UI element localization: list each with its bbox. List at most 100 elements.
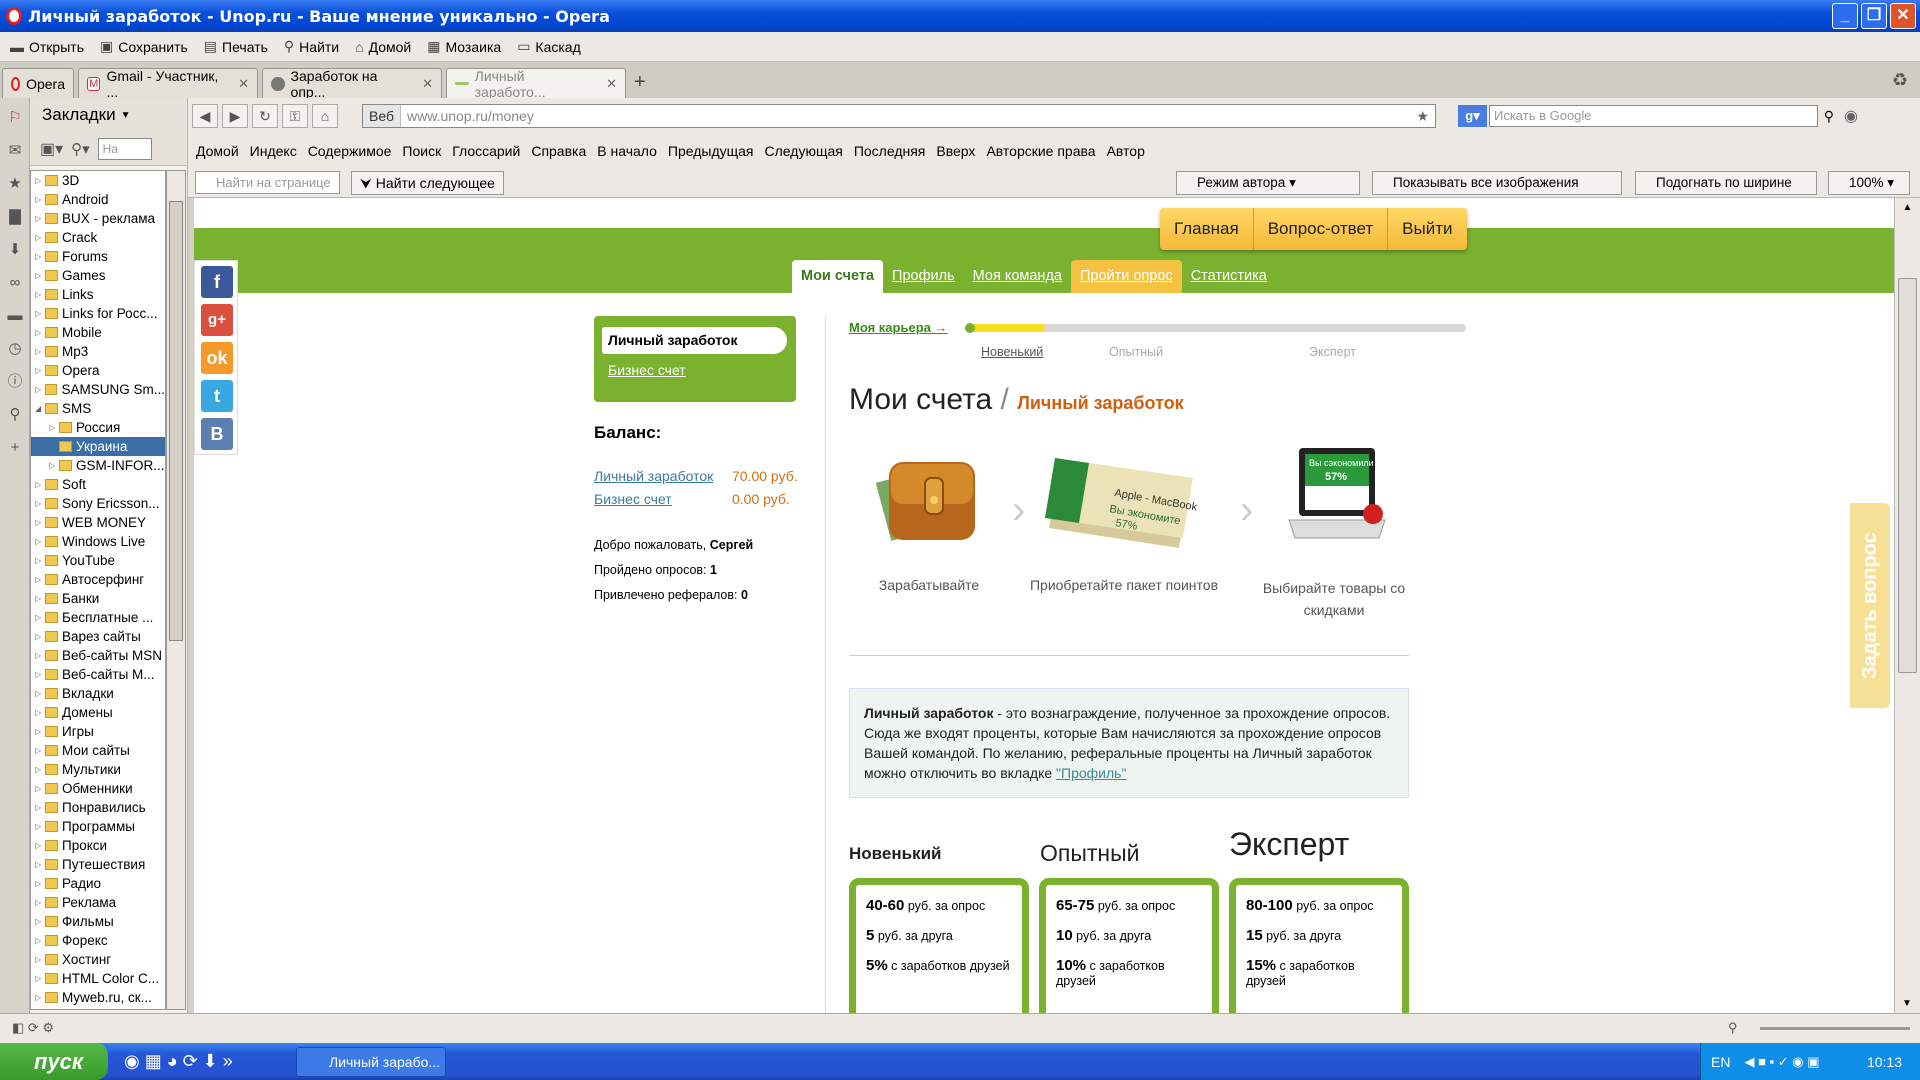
scroll-up-icon[interactable]: ▲: [1895, 202, 1920, 213]
expand-icon[interactable]: ▷: [35, 290, 45, 299]
show-images-button[interactable]: Показывать все изображения: [1372, 171, 1622, 195]
bookmark-folder[interactable]: ▷ Crack: [31, 228, 165, 247]
zoom-slider[interactable]: [1760, 1027, 1910, 1030]
business-account-link[interactable]: Бизнес счет: [594, 491, 672, 507]
expand-icon[interactable]: ▷: [49, 423, 59, 432]
google-search-input[interactable]: Искать в Google: [1488, 105, 1818, 127]
bookmark-folder[interactable]: ▷www.flash...: [31, 1007, 165, 1009]
facebook-icon[interactable]: f: [201, 266, 233, 298]
menu-tile[interactable]: ▦ Мозаика: [427, 38, 501, 55]
bookmark-folder[interactable]: ▷ Обменники: [31, 779, 165, 798]
bookmark-folder[interactable]: ▷ Варез сайты: [31, 627, 165, 646]
nav-link[interactable]: Автор: [1107, 143, 1145, 159]
expand-icon[interactable]: ▷: [49, 442, 59, 451]
tab-take-survey[interactable]: Пройти опрос: [1070, 260, 1182, 293]
scrollbar-thumb[interactable]: [169, 201, 183, 641]
bookmark-folder[interactable]: ▷ BUX - реклама: [31, 209, 165, 228]
close-button[interactable]: ✕: [1890, 3, 1916, 29]
odnoklassniki-icon[interactable]: ok: [201, 342, 233, 374]
nav-link[interactable]: Авторские права: [986, 143, 1095, 159]
bookmarks-scrollbar[interactable]: [166, 170, 186, 1010]
menu-save[interactable]: ▣ Сохранить: [100, 38, 188, 55]
bookmark-folder[interactable]: ▷ Mobile: [31, 323, 165, 342]
expand-icon[interactable]: ▷: [35, 385, 45, 394]
home-button[interactable]: ⌂: [312, 104, 338, 128]
search-button[interactable]: ⚲: [1824, 108, 1834, 125]
nav-logout-link[interactable]: Выйти: [1388, 208, 1466, 250]
bookmark-folder[interactable]: ▷ Фильмы: [31, 912, 165, 931]
expand-icon[interactable]: ▷: [35, 822, 45, 831]
personal-earnings-link[interactable]: Личный заработок: [594, 468, 713, 484]
opera-unite-icon[interactable]: ◉: [1844, 106, 1858, 126]
site-mode-badge[interactable]: Веб: [363, 105, 401, 127]
quicklaunch-icons[interactable]: ◉ ▦ ◕ ⟳ ⬇ »: [124, 1051, 233, 1072]
nav-link[interactable]: Содержимое: [308, 143, 392, 159]
zoom-slider-icon[interactable]: ⚲: [1728, 1020, 1738, 1036]
bookmark-folder[interactable]: ▷ Игры: [31, 722, 165, 741]
bookmark-folder[interactable]: ▷ Реклама: [31, 893, 165, 912]
menu-print[interactable]: ▤ Печать: [204, 38, 268, 55]
address-field[interactable]: Веб www.unop.ru/money ★: [362, 104, 1436, 128]
tab-my-team[interactable]: Моя команда: [964, 260, 1071, 293]
minimize-button[interactable]: _: [1832, 3, 1858, 29]
expand-icon[interactable]: ▷: [35, 784, 45, 793]
bookmark-folder[interactable]: ▷ 3D: [31, 171, 165, 190]
nav-link[interactable]: Вверх: [936, 143, 975, 159]
expand-icon[interactable]: ◢: [35, 404, 45, 413]
google-plus-icon[interactable]: g+: [201, 304, 233, 336]
expand-icon[interactable]: ▷: [35, 480, 45, 489]
expand-icon[interactable]: ▷: [35, 271, 45, 280]
expand-icon[interactable]: ▷: [35, 214, 45, 223]
twitter-icon[interactable]: t: [201, 380, 233, 412]
bookmark-folder[interactable]: ▷ Банки: [31, 589, 165, 608]
expand-icon[interactable]: ▷: [35, 708, 45, 717]
notes-icon[interactable]: ▇: [4, 206, 26, 228]
tab-active[interactable]: Личный заработо... ✕: [446, 68, 626, 100]
taskbar-opera-window[interactable]: Личный зарабо...: [296, 1047, 446, 1077]
links-icon[interactable]: ∞: [4, 272, 26, 294]
menu-open[interactable]: ▬ Открыть: [10, 39, 84, 55]
expand-icon[interactable]: ▷: [35, 537, 45, 546]
bookmark-folder[interactable]: ▷ SAMSUNG Sm...: [31, 380, 165, 399]
close-tab-icon[interactable]: ✕: [422, 76, 433, 92]
tab-earnings[interactable]: Заработок на опр... ✕: [262, 68, 442, 100]
bookmark-folder[interactable]: ▷ Понравились: [31, 798, 165, 817]
nav-link[interactable]: Глоссарий: [452, 143, 520, 159]
windows-icon[interactable]: ▬: [4, 305, 26, 327]
start-button[interactable]: пуск: [0, 1043, 108, 1080]
bookmark-folder[interactable]: ▷ YouTube: [31, 551, 165, 570]
new-tab-button[interactable]: +: [634, 71, 646, 94]
expand-icon[interactable]: ▷: [49, 461, 59, 470]
bookmark-folder[interactable]: ▷ Forums: [31, 247, 165, 266]
bookmark-folder[interactable]: ▷ Веб-сайты M...: [31, 665, 165, 684]
mail-icon[interactable]: ✉: [4, 140, 26, 162]
bookmark-folder[interactable]: ▷ Программы: [31, 817, 165, 836]
expand-icon[interactable]: ▷: [35, 366, 45, 375]
forward-button[interactable]: ▶: [222, 104, 248, 128]
search-options-icon[interactable]: ⚲▾: [71, 140, 90, 158]
bookmark-folder[interactable]: ▷ Myweb.ru, ск...: [31, 988, 165, 1007]
nav-faq-link[interactable]: Вопрос-ответ: [1254, 208, 1389, 250]
bookmark-folder[interactable]: ▷ GSM-INFOR...: [31, 456, 165, 475]
tray-icons[interactable]: ◀ ■ ▪ ✓ ◉ ▣: [1744, 1054, 1819, 1070]
expand-icon[interactable]: ▷: [35, 917, 45, 926]
star-icon[interactable]: ★: [1416, 108, 1429, 125]
bookmark-folder[interactable]: ▷ Радио: [31, 874, 165, 893]
bookmark-folder[interactable]: ▷ Mp3: [31, 342, 165, 361]
expand-icon[interactable]: ▷: [35, 309, 45, 318]
fit-width-button[interactable]: Подогнать по ширине: [1635, 171, 1817, 195]
scroll-down-icon[interactable]: ▼: [1895, 998, 1919, 1009]
opera-panel-icon[interactable]: ⚐: [4, 107, 26, 129]
menu-home[interactable]: ⌂ Домой: [355, 39, 411, 55]
expand-icon[interactable]: ▷: [35, 936, 45, 945]
expand-icon[interactable]: ▷: [35, 803, 45, 812]
business-account-link[interactable]: Бизнес счет: [608, 362, 686, 378]
expand-icon[interactable]: ▷: [35, 746, 45, 755]
google-icon[interactable]: g▾: [1458, 105, 1487, 127]
expand-icon[interactable]: ▷: [35, 195, 45, 204]
expand-icon[interactable]: ▷: [35, 993, 45, 1002]
expand-icon[interactable]: ▷: [35, 955, 45, 964]
download-icon[interactable]: ⬇: [4, 239, 26, 261]
expand-icon[interactable]: ▷: [35, 689, 45, 698]
find-input[interactable]: Найти на странице: [195, 171, 340, 194]
